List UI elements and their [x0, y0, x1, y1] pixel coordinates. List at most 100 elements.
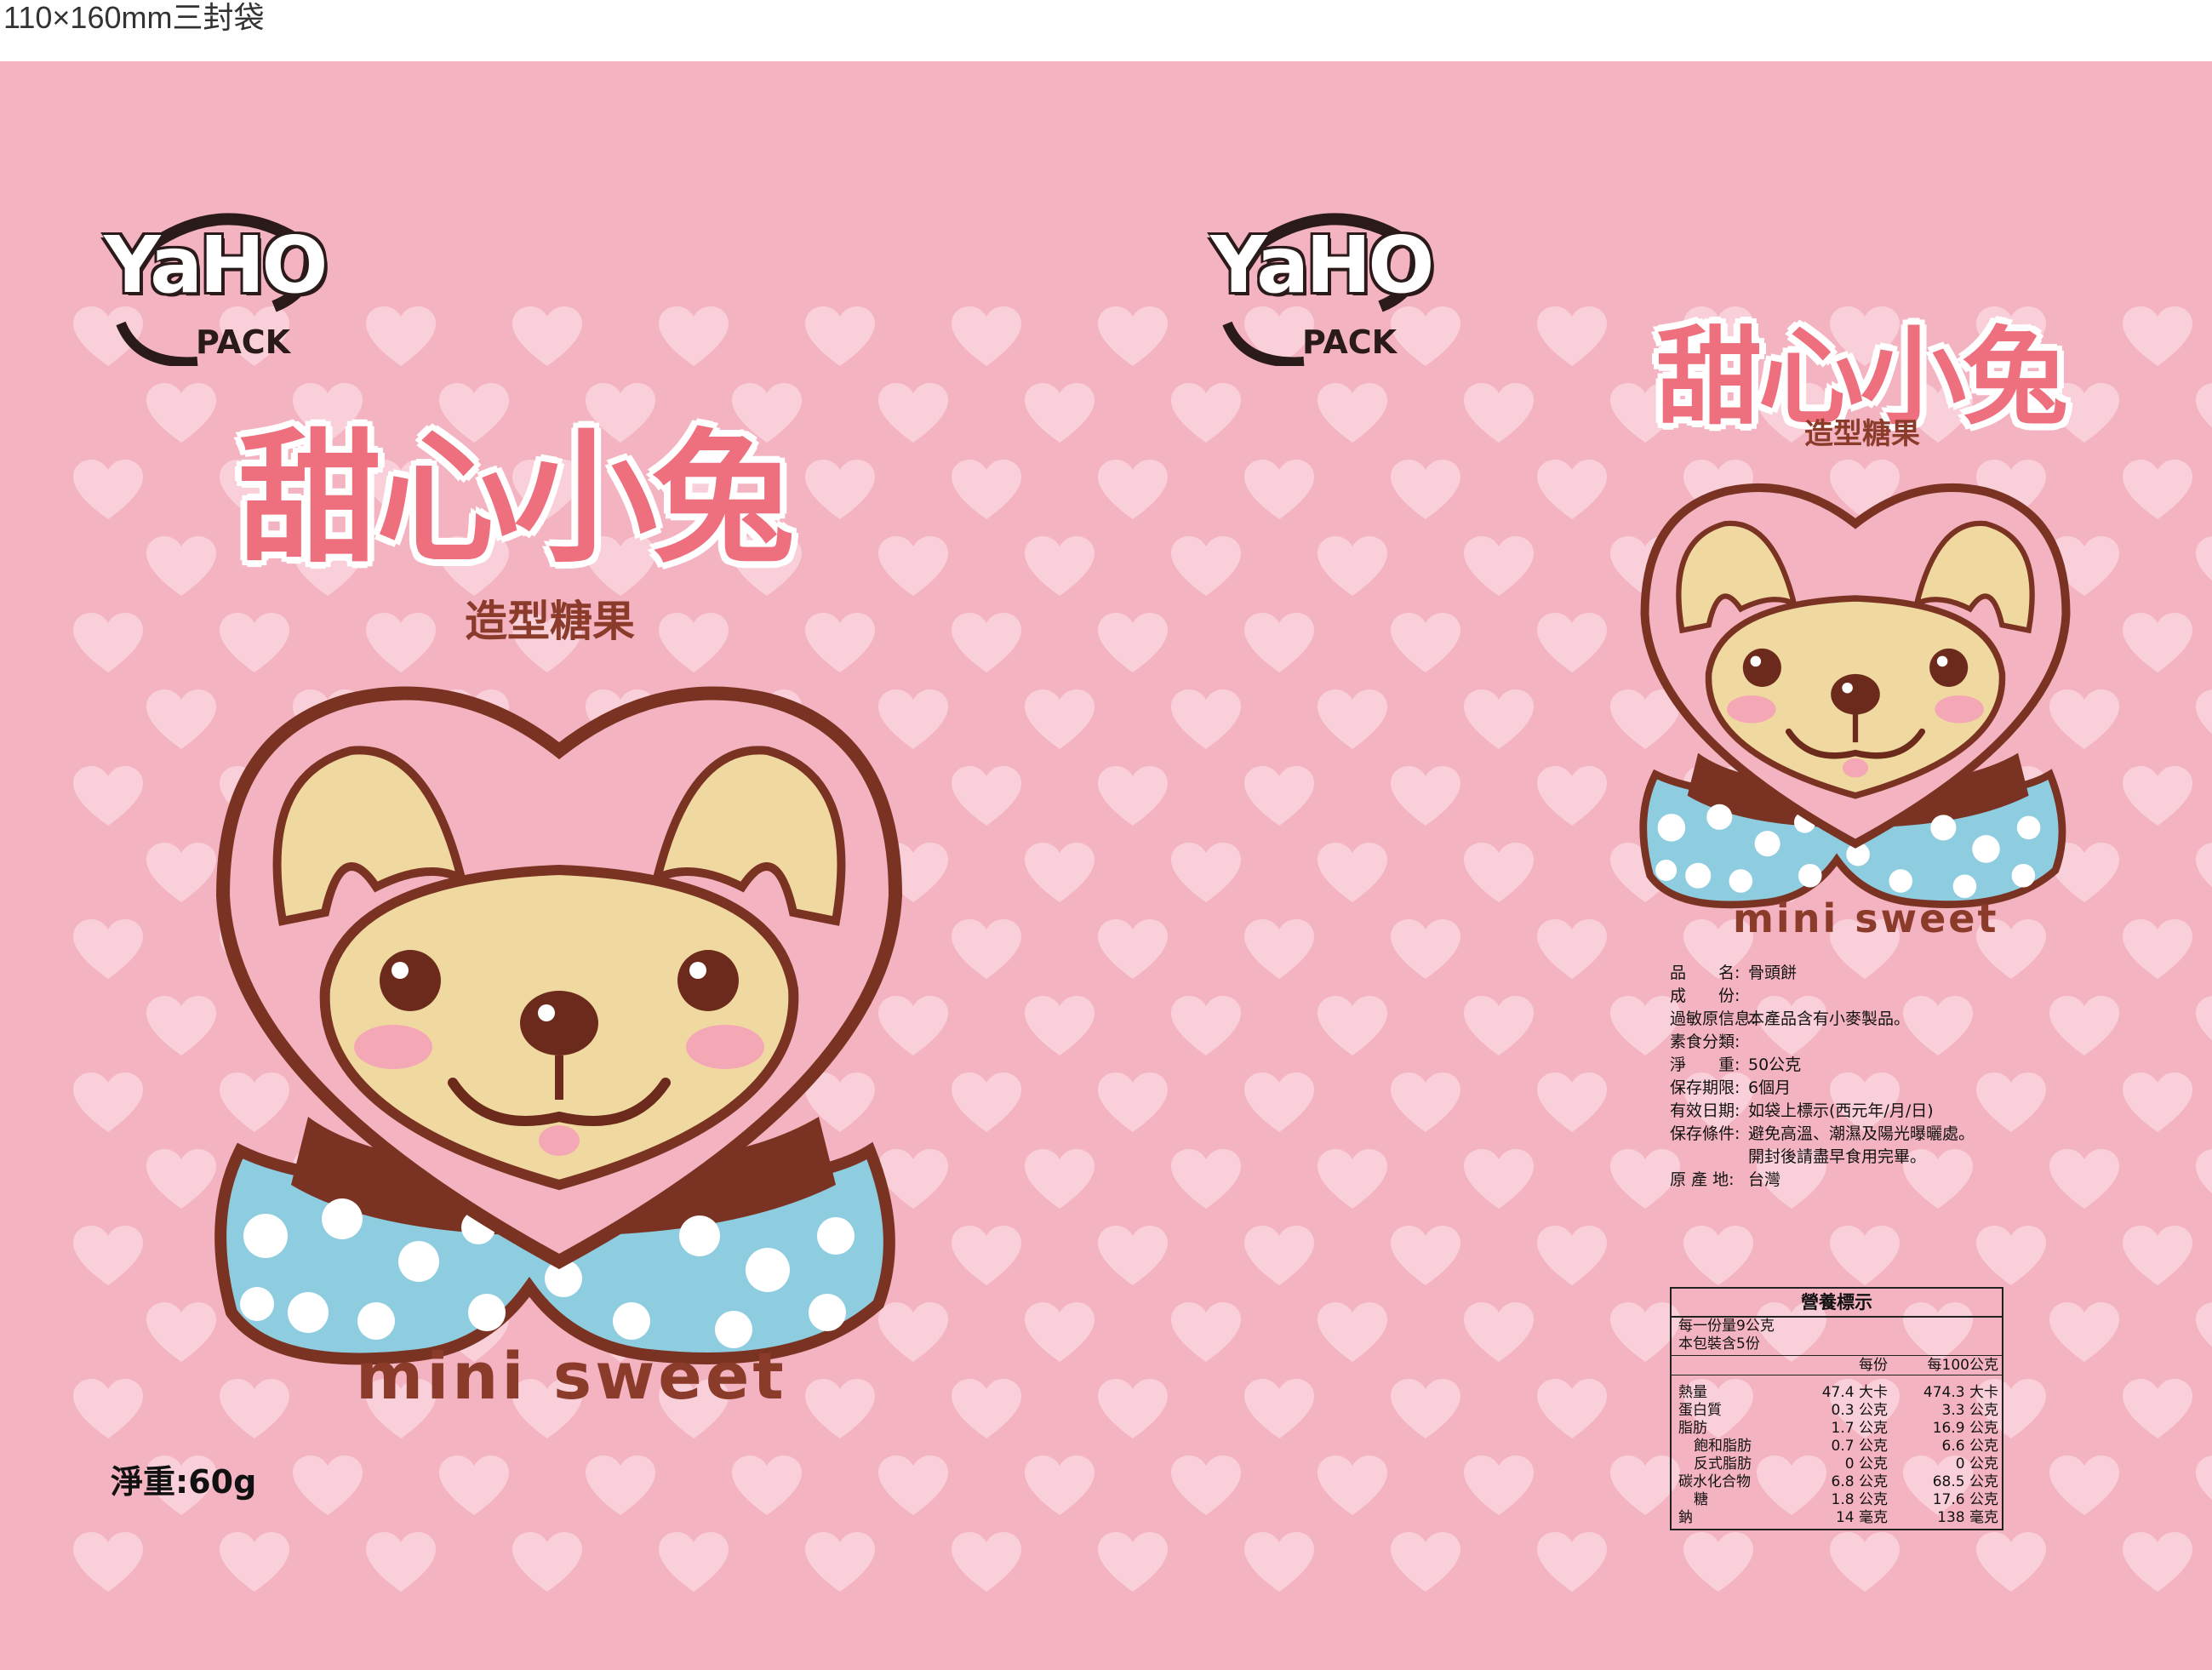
heart-icon	[73, 613, 143, 672]
heart-icon	[512, 1532, 582, 1592]
heart-icon	[1537, 613, 1607, 672]
heart-icon	[1391, 1072, 1460, 1132]
bunny-mascot-back	[1639, 483, 2071, 909]
heart-icon	[1464, 1302, 1534, 1362]
nutrient-per-serving: 47.4 大卡	[1821, 1384, 1888, 1401]
heart-icon	[1244, 1226, 1314, 1285]
info-label	[1670, 1146, 1748, 1169]
heart-icon	[1171, 1302, 1241, 1362]
heart-icon	[1244, 1072, 1314, 1132]
info-label: 成 份:	[1670, 987, 1740, 1005]
info-row: 過敏原信息: 本產品含有小麥製品。	[1670, 1008, 1975, 1031]
heart-icon	[952, 919, 1021, 979]
heart-icon	[73, 1379, 143, 1438]
nutrient-per-100g: 138 毫克	[1937, 1509, 1998, 1526]
heart-icon	[952, 460, 1021, 519]
heart-icon	[1976, 1072, 2046, 1132]
net-weight-label: 淨重:60g	[111, 1463, 257, 1501]
nutrition-title: 營養標示	[1672, 1289, 2002, 1318]
heart-icon	[1537, 1532, 1607, 1592]
info-row: 淨 重: 50公克	[1670, 1054, 1975, 1077]
heart-icon	[1830, 1226, 1900, 1285]
heart-icon	[2123, 766, 2192, 826]
heart-icon	[512, 306, 582, 366]
nutrient-per-serving: 0.7 公克	[1831, 1438, 1888, 1455]
nutrient-name: 反式脂肪	[1694, 1456, 1752, 1473]
heart-icon	[1098, 460, 1168, 519]
heart-icon	[1464, 689, 1534, 749]
heart-icon	[1244, 613, 1314, 672]
heart-icon	[1025, 1302, 1095, 1362]
heart-icon	[1098, 766, 1168, 826]
heart-icon	[2049, 996, 2119, 1055]
heart-icon	[952, 1226, 1021, 1285]
heart-icon	[2123, 1379, 2192, 1438]
nutrient-name: 蛋白質	[1678, 1402, 1722, 1419]
info-value: 骨頭餅	[1748, 964, 1798, 982]
heart-icon	[732, 1456, 802, 1515]
heart-icon	[1171, 843, 1241, 902]
heart-icon	[1537, 460, 1607, 519]
info-value: 50公克	[1748, 1055, 1802, 1074]
nutrient-per-serving: 0 公克	[1844, 1456, 1888, 1473]
heart-icon	[73, 919, 143, 979]
nutrient-per-serving: 1.8 公克	[1831, 1491, 1888, 1508]
info-row: 原 產 地: 台灣	[1670, 1169, 1975, 1192]
heart-icon	[73, 766, 143, 826]
heart-icon	[1171, 536, 1241, 596]
heart-icon	[2196, 1302, 2212, 1347]
heart-icon	[1391, 460, 1460, 519]
heart-icon	[2123, 460, 2192, 519]
heart-icon	[73, 460, 143, 519]
heart-icon	[73, 1226, 143, 1285]
heart-icon	[1317, 843, 1387, 902]
heart-icon	[1244, 460, 1314, 519]
info-row: 開封後請盡早食用完畢。	[1670, 1146, 1975, 1169]
nutrient-name: 熱量	[1678, 1384, 1707, 1401]
heart-icon	[1098, 1379, 1168, 1438]
nutrient-name: 碳水化合物	[1678, 1473, 1751, 1490]
heart-icon	[220, 1532, 289, 1592]
nutrition-row: 熱量 47.4 大卡 474.3 大卡	[1672, 1384, 2002, 1402]
nutrient-per-serving: 0.3 公克	[1831, 1402, 1888, 1419]
info-label: 保存條件:	[1670, 1124, 1740, 1143]
heart-icon	[1317, 1149, 1387, 1209]
heart-icon	[2123, 1226, 2192, 1285]
serving-size: 每一份量9公克	[1678, 1318, 1775, 1335]
info-value: 6個月	[1748, 1078, 1792, 1097]
heart-icon	[1537, 919, 1607, 979]
brand-sub: PACK	[196, 323, 291, 361]
info-label: 有效日期:	[1670, 1101, 1740, 1120]
info-value: 台灣	[1748, 1170, 1781, 1189]
heart-icon	[1976, 1226, 2046, 1285]
info-label: 淨 重:	[1670, 1055, 1740, 1074]
heart-icon	[2196, 689, 2212, 735]
heart-icon	[1464, 1149, 1534, 1209]
heart-icon	[1537, 1072, 1607, 1132]
heart-icon	[1537, 1379, 1607, 1438]
nutrient-per-serving: 1.7 公克	[1831, 1420, 1888, 1437]
heart-icon	[1171, 996, 1241, 1055]
info-label: 素食分類:	[1670, 1032, 1740, 1051]
heart-icon	[952, 1072, 1021, 1132]
nutrition-rows: 熱量 47.4 大卡 474.3 大卡 蛋白質 0.3 公克 3.3 公克 脂肪 1.7 公克…	[1672, 1375, 2002, 1527]
heart-icon	[1171, 1456, 1241, 1515]
heart-icon	[1317, 996, 1387, 1055]
nutrient-per-serving: 6.8 公克	[1831, 1473, 1888, 1490]
heart-icon	[1391, 1226, 1460, 1285]
heart-icon	[1391, 766, 1460, 826]
info-label: 品 名:	[1670, 964, 1740, 982]
info-row: 保存期限: 6個月	[1670, 1077, 1975, 1100]
nutrient-per-100g: 6.6 公克	[1941, 1438, 1998, 1455]
heart-icon	[1683, 1532, 1753, 1592]
heart-icon	[1464, 1456, 1534, 1515]
heart-icon	[146, 383, 216, 443]
heart-icon	[73, 1532, 143, 1592]
heart-icon	[1537, 306, 1607, 366]
heart-icon	[2196, 383, 2212, 428]
heart-icon	[1025, 1456, 1095, 1515]
nutrient-per-100g: 17.6 公克	[1932, 1491, 1998, 1508]
heart-icon	[1317, 1456, 1387, 1515]
tagline-front: mini sweet	[356, 1338, 787, 1414]
heart-icon	[1464, 383, 1534, 443]
